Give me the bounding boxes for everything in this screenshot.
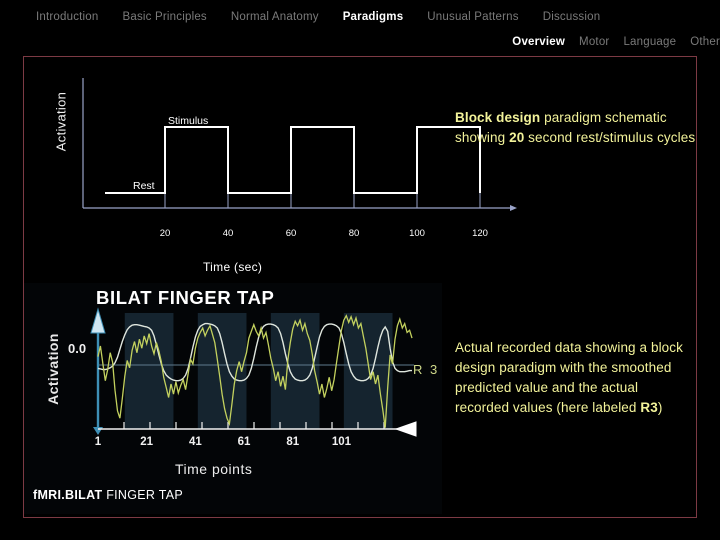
data-x-tick-label-81: 81 bbox=[286, 436, 299, 448]
data-plot-svg: 1 21 41 61 81 101 bbox=[90, 307, 417, 448]
schematic-x-axis-label: Time (sec) bbox=[203, 260, 263, 274]
block-design-schematic-chart: Activation 20 40 60 80 100 120 Rest Stim bbox=[23, 56, 523, 286]
data-y-axis-arrow bbox=[90, 307, 106, 334]
subnav-item-other[interactable]: Other bbox=[690, 36, 720, 48]
data-y-axis-bottom-marker bbox=[93, 427, 103, 435]
annotation-top-bold-1: Block design bbox=[455, 110, 541, 125]
annotation-bottom-text: Actual recorded data showing a block des… bbox=[455, 338, 695, 418]
nav-item-discussion[interactable]: Discussion bbox=[543, 11, 601, 23]
schematic-tick-labels: 20 40 60 80 100 120 bbox=[160, 228, 488, 239]
schematic-rest-label: Rest bbox=[133, 180, 155, 192]
annotation-bottom-rest-2: ) bbox=[657, 400, 663, 415]
nav-item-introduction[interactable]: Introduction bbox=[36, 11, 99, 23]
data-x-tick-labels: 1 21 41 61 81 101 bbox=[95, 436, 352, 448]
data-stimulus-bands bbox=[124, 313, 393, 429]
subnav-item-motor[interactable]: Motor bbox=[579, 36, 609, 48]
secondary-nav-row: Overview Motor Language Other bbox=[0, 36, 720, 48]
annotation-top-bold-2: 20 bbox=[509, 130, 525, 145]
svg-text:100: 100 bbox=[409, 228, 425, 239]
annotation-top-text: Block design paradigm schematic showing … bbox=[455, 108, 705, 148]
schematic-x-axis-arrow bbox=[510, 205, 517, 211]
nav-item-normal-anatomy[interactable]: Normal Anatomy bbox=[231, 11, 319, 23]
data-x-tick-label-61: 61 bbox=[238, 436, 251, 448]
data-x-tick-label-41: 41 bbox=[189, 436, 202, 448]
primary-nav-row: Introduction Basic Principles Normal Anato… bbox=[0, 11, 720, 23]
annotation-bottom-bold: R3 bbox=[640, 400, 658, 415]
data-x-tick-label-1: 1 bbox=[95, 436, 102, 448]
annotation-top-rest-2: second rest/stimulus cycles bbox=[524, 130, 696, 145]
subnav-item-overview[interactable]: Overview bbox=[512, 36, 565, 48]
data-caption-rest: FINGER TAP bbox=[102, 488, 184, 502]
svg-text:20: 20 bbox=[160, 228, 171, 239]
data-x-axis-arrow bbox=[394, 421, 417, 437]
nav-item-unusual-patterns[interactable]: Unusual Patterns bbox=[427, 11, 518, 23]
recorded-data-figure: BILAT FINGER TAP Activation 0.0 R 3 1 21… bbox=[24, 283, 442, 514]
schematic-square-wave bbox=[105, 126, 481, 194]
schematic-ticks bbox=[164, 187, 481, 208]
schematic-stimulus-label: Stimulus bbox=[168, 115, 208, 127]
svg-text:80: 80 bbox=[349, 228, 360, 239]
svg-text:40: 40 bbox=[223, 228, 234, 239]
data-x-tick-label-21: 21 bbox=[140, 436, 153, 448]
data-stimulus-band-3 bbox=[270, 313, 320, 429]
svg-text:120: 120 bbox=[472, 228, 488, 239]
data-x-tick-label-101: 101 bbox=[332, 436, 352, 448]
nav-item-basic-principles[interactable]: Basic Principles bbox=[123, 11, 207, 23]
schematic-plot-svg: 20 40 60 80 100 120 Rest Stimulus bbox=[82, 78, 517, 239]
nav-item-paradigms[interactable]: Paradigms bbox=[343, 11, 404, 23]
data-caption-bold: fMRI.BILAT bbox=[33, 488, 103, 502]
data-stimulus-band-2 bbox=[197, 313, 247, 429]
top-navigation: Introduction Basic Principles Normal Anato… bbox=[0, 0, 720, 54]
svg-text:60: 60 bbox=[286, 228, 297, 239]
data-stimulus-band-1 bbox=[124, 313, 174, 429]
data-x-axis-label: Time points bbox=[175, 461, 253, 477]
subnav-item-language[interactable]: Language bbox=[623, 36, 676, 48]
data-figure-caption: fMRI.BILAT FINGER TAP bbox=[33, 488, 183, 502]
